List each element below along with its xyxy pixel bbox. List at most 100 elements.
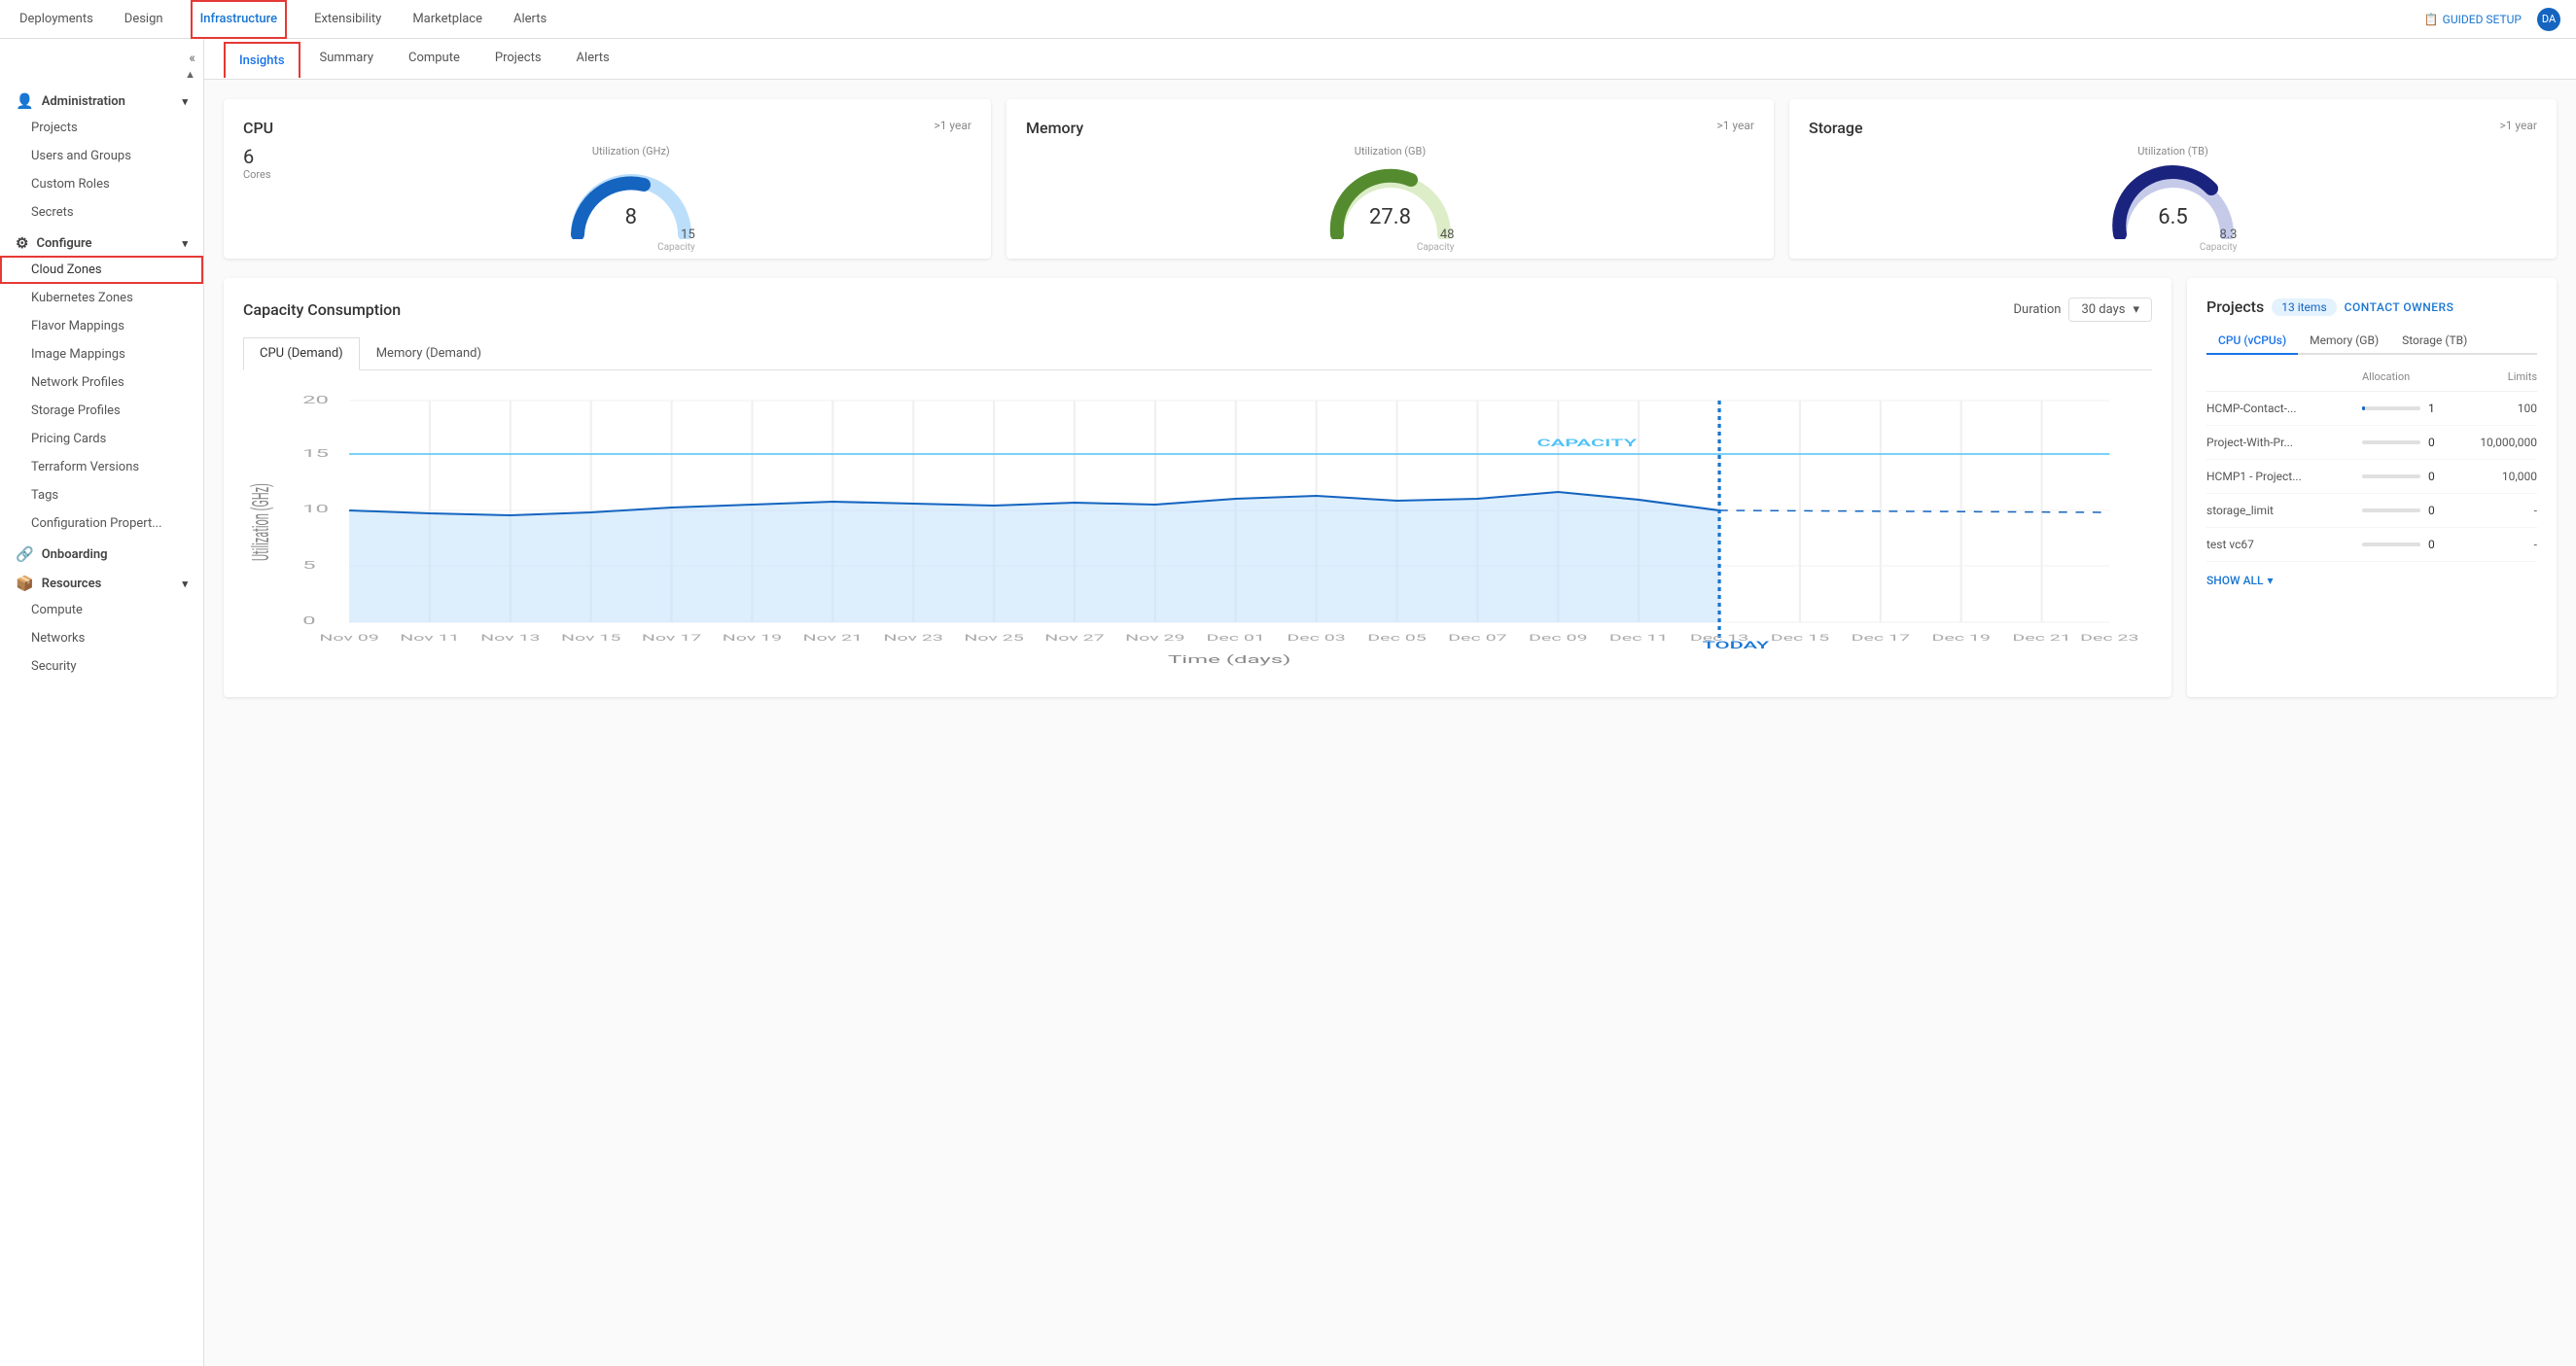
project-limits-0: 100: [2459, 402, 2537, 415]
project-alloc-val-1: 0: [2428, 436, 2435, 449]
chevron-down-icon: ▾: [182, 95, 188, 108]
table-row: test vc67 0 -: [2206, 528, 2537, 562]
project-alloc-1: 0: [2362, 436, 2459, 449]
tab-cpu-demand[interactable]: CPU (Demand): [243, 337, 360, 370]
col-header-name: [2206, 370, 2362, 383]
sidebar-item-tags[interactable]: Tags: [0, 481, 203, 509]
nav-deployments[interactable]: Deployments: [16, 0, 97, 39]
svg-text:20: 20: [302, 394, 329, 406]
svg-text:Dec 13: Dec 13: [1690, 633, 1748, 644]
svg-text:Nov 19: Nov 19: [723, 633, 782, 644]
sidebar-group-resources[interactable]: 📦 Resources ▾: [0, 567, 203, 596]
svg-text:Utilization (GHz): Utilization (GHz): [247, 483, 274, 561]
duration-selector[interactable]: 30 days ▾: [2068, 298, 2152, 322]
sidebar-item-custom-roles[interactable]: Custom Roles: [0, 170, 203, 198]
svg-text:Dec 05: Dec 05: [1367, 633, 1426, 644]
memory-value: 27.8: [1369, 205, 1411, 229]
chevron-down-icon-2: ▾: [182, 237, 188, 250]
cpu-timeframe: >1 year: [934, 119, 971, 132]
tab-cpu-vcpus[interactable]: CPU (vCPUs): [2206, 328, 2298, 355]
cpu-cores-label: Cores: [243, 168, 271, 181]
sidebar-item-network-profiles[interactable]: Network Profiles: [0, 368, 203, 397]
content-area: CPU >1 year 6 Cores Utilization (GHz): [204, 80, 2576, 717]
show-all-btn[interactable]: SHOW ALL ▾: [2206, 574, 2537, 587]
tab-memory-demand[interactable]: Memory (Demand): [360, 337, 498, 369]
project-alloc-val-4: 0: [2428, 538, 2435, 551]
col-header-limits: Limits: [2459, 370, 2537, 383]
nav-infrastructure[interactable]: Infrastructure: [191, 0, 288, 39]
sidebar-item-users-groups[interactable]: Users and Groups: [0, 142, 203, 170]
project-name-3: storage_limit: [2206, 504, 2362, 517]
svg-text:Nov 25: Nov 25: [964, 633, 1023, 644]
dark-mode-btn[interactable]: DA: [2537, 8, 2560, 31]
cpu-value: 8: [625, 205, 637, 229]
svg-text:Dec 21: Dec 21: [2012, 633, 2070, 644]
projects-title: Projects: [2206, 298, 2264, 316]
table-row: Project-With-Pr... 0 10,000,000: [2206, 426, 2537, 460]
projects-table-header: Allocation Limits: [2206, 367, 2537, 392]
svg-text:10: 10: [302, 503, 329, 515]
svg-text:Nov 17: Nov 17: [642, 633, 701, 644]
project-name-2: HCMP1 - Project...: [2206, 470, 2362, 483]
tab-alerts[interactable]: Alerts: [561, 39, 625, 79]
sidebar-group-onboarding[interactable]: 🔗 Onboarding: [0, 538, 203, 567]
tab-memory-gb[interactable]: Memory (GB): [2298, 328, 2390, 353]
app-layout: « ▲ 👤 Administration ▾ Projects Users an…: [0, 39, 2576, 1366]
nav-alerts[interactable]: Alerts: [510, 0, 550, 39]
sidebar-item-flavor-mappings[interactable]: Flavor Mappings: [0, 312, 203, 340]
tab-storage-tb[interactable]: Storage (TB): [2390, 328, 2479, 353]
sidebar: « ▲ 👤 Administration ▾ Projects Users an…: [0, 39, 204, 1366]
capacity-chart-svg: 20 15 10 5 0: [243, 386, 2152, 678]
sidebar-item-projects[interactable]: Projects: [0, 114, 203, 142]
sidebar-item-cloud-zones[interactable]: Cloud Zones: [0, 256, 203, 284]
chevron-down-duration: ▾: [2133, 302, 2139, 317]
col-header-allocation: Allocation: [2362, 370, 2459, 383]
duration-value: 30 days: [2081, 302, 2125, 317]
nav-extensibility[interactable]: Extensibility: [310, 0, 385, 39]
sidebar-item-security[interactable]: Security: [0, 652, 203, 681]
sidebar-item-compute[interactable]: Compute: [0, 596, 203, 624]
project-name-1: Project-With-Pr...: [2206, 436, 2362, 449]
cpu-title: CPU: [243, 119, 273, 137]
svg-text:Dec 11: Dec 11: [1609, 633, 1668, 644]
project-alloc-val-0: 1: [2428, 402, 2435, 415]
contact-owners-btn[interactable]: CONTACT OWNERS: [2345, 300, 2454, 314]
cpu-card: CPU >1 year 6 Cores Utilization (GHz): [224, 99, 991, 259]
nav-design[interactable]: Design: [121, 0, 167, 39]
sidebar-item-terraform-versions[interactable]: Terraform Versions: [0, 453, 203, 481]
sidebar-up-btn[interactable]: ▲: [185, 68, 195, 81]
sidebar-group-configure[interactable]: ⚙ Configure ▾: [0, 227, 203, 256]
project-alloc-4: 0: [2362, 538, 2459, 551]
sidebar-collapse-btn[interactable]: «: [189, 51, 195, 66]
nav-marketplace[interactable]: Marketplace: [408, 0, 486, 39]
svg-text:Dec 03: Dec 03: [1287, 633, 1345, 644]
main-content: Insights Summary Compute Projects Alerts…: [204, 39, 2576, 1366]
chart-area: 20 15 10 5 0: [243, 386, 2152, 678]
sidebar-item-configuration-properties[interactable]: Configuration Propert...: [0, 509, 203, 538]
svg-text:Nov 23: Nov 23: [884, 633, 943, 644]
sidebar-group-administration[interactable]: 👤 Administration ▾: [0, 85, 203, 114]
svg-text:CAPACITY: CAPACITY: [1536, 438, 1637, 449]
show-all-label: SHOW ALL: [2206, 574, 2264, 587]
cpu-capacity-value: 15: [657, 228, 695, 242]
guided-setup-btn[interactable]: 📋 GUIDED SETUP: [2424, 13, 2522, 26]
tab-compute[interactable]: Compute: [393, 39, 476, 79]
tab-projects[interactable]: Projects: [479, 39, 557, 79]
sidebar-item-secrets[interactable]: Secrets: [0, 198, 203, 227]
project-limits-1: 10,000,000: [2459, 436, 2537, 449]
svg-text:Dec 19: Dec 19: [1931, 633, 1990, 644]
tab-summary[interactable]: Summary: [304, 39, 389, 79]
project-limits-3: -: [2459, 504, 2537, 517]
storage-timeframe: >1 year: [2499, 119, 2537, 132]
sidebar-item-kubernetes-zones[interactable]: Kubernetes Zones: [0, 284, 203, 312]
sidebar-item-storage-profiles[interactable]: Storage Profiles: [0, 397, 203, 425]
svg-text:Nov 29: Nov 29: [1125, 633, 1184, 644]
sidebar-item-pricing-cards[interactable]: Pricing Cards: [0, 425, 203, 453]
metric-cards: CPU >1 year 6 Cores Utilization (GHz): [224, 99, 2557, 259]
sidebar-item-networks[interactable]: Networks: [0, 624, 203, 652]
table-row: storage_limit 0 -: [2206, 494, 2537, 528]
projects-tabs: CPU (vCPUs) Memory (GB) Storage (TB): [2206, 328, 2537, 355]
sidebar-item-image-mappings[interactable]: Image Mappings: [0, 340, 203, 368]
project-name-0: HCMP-Contact-...: [2206, 402, 2362, 415]
tab-insights[interactable]: Insights: [224, 42, 300, 78]
